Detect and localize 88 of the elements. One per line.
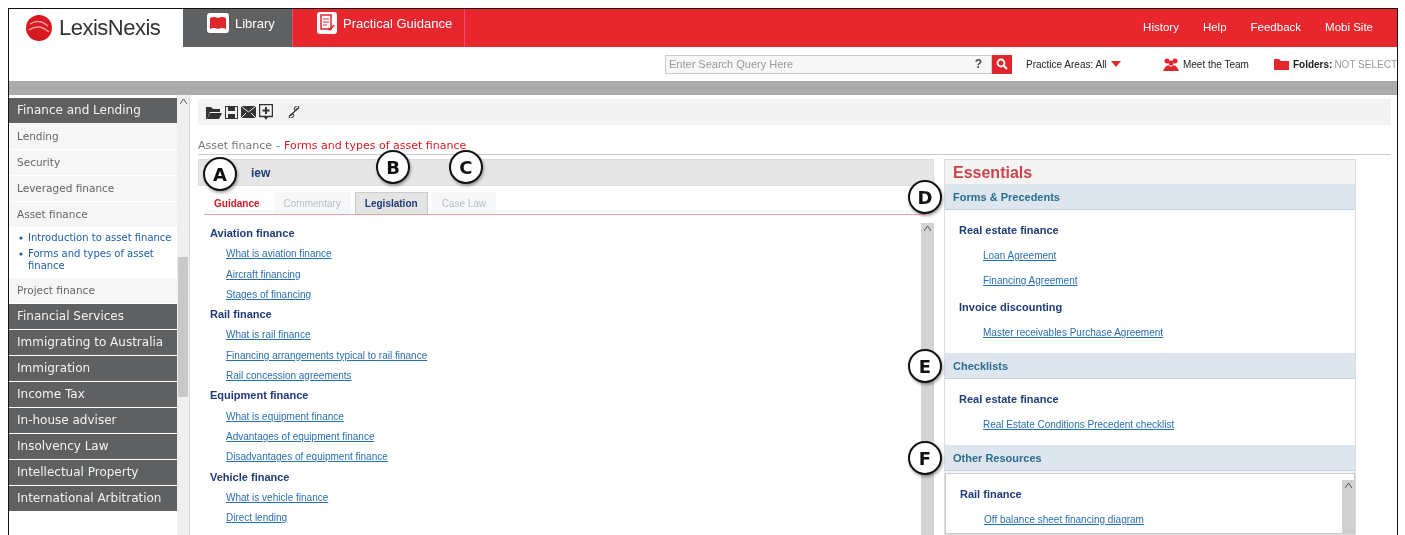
topic-link[interactable]: Rail concession agreements [226, 370, 352, 382]
resource-heading: Invoice discounting [959, 300, 1064, 315]
topic-heading: Vehicle finance [210, 469, 291, 485]
section-title[interactable]: Checklists [953, 359, 1009, 372]
header-link[interactable]: Help [1202, 20, 1227, 33]
callout-marker: E [908, 349, 942, 383]
sidebar-category[interactable]: Immigrating to Australia [9, 330, 177, 355]
callout-marker: F [908, 441, 942, 475]
scroll-up-icon [1344, 483, 1352, 488]
sidebar-item[interactable]: Asset finance [9, 202, 177, 227]
topic-heading: Rail finance [210, 307, 273, 323]
page-title: Forms and types of asset finance [284, 139, 467, 152]
search-field[interactable]: Enter Search Query Here ? [665, 54, 992, 74]
sidebar-link-text: Introduction to asset finance [28, 232, 172, 244]
help-icon[interactable]: ? [974, 57, 982, 71]
meet-the-team-link[interactable]: Meet the Team [1162, 57, 1249, 71]
resource-link[interactable]: Real Estate Conditions Precedent checklist [983, 419, 1175, 430]
callout-marker: A [203, 157, 237, 191]
resource-link[interactable]: Master receivables Purchase Agreement [983, 327, 1164, 338]
topic-link[interactable]: Stages of financing [226, 288, 312, 300]
topic-link[interactable]: Aircraft financing [226, 268, 301, 280]
sidebar-category[interactable]: In-house adviser [9, 408, 177, 433]
resource-heading: Real estate finance [959, 392, 1060, 407]
practice-areas-dropdown[interactable]: Practice Areas: All [1026, 58, 1121, 70]
scroll-up-icon [179, 99, 187, 104]
scroll-thumb[interactable] [178, 257, 188, 397]
section-scrollbar[interactable] [1342, 480, 1354, 533]
logo-wordmark: LexisNexis [59, 15, 161, 41]
folder-icon [1273, 58, 1289, 70]
resource-heading: Rail finance [960, 487, 1023, 502]
topic-link[interactable]: What is rail finance [226, 329, 311, 341]
document-icon [317, 12, 337, 34]
panel-title: iew [251, 165, 271, 180]
folders-label: Folders: [1292, 58, 1333, 70]
nav-tab[interactable]: Library [183, 9, 293, 47]
folders-value: NOT SELECT [1334, 58, 1397, 70]
topic-heading: Aviation finance [210, 226, 296, 241]
topic-link[interactable]: What is aviation finance [226, 248, 332, 260]
sidebar-category[interactable]: Immigration [9, 356, 177, 381]
resource-link[interactable]: Off balance sheet financing diagram [984, 514, 1144, 525]
callout-marker: B [376, 150, 411, 184]
sidebar-category[interactable]: Financial Services [9, 304, 177, 329]
save-icon [225, 105, 238, 119]
sidebar-item[interactable]: Lending [9, 124, 177, 149]
content-tab[interactable]: Legislation [354, 192, 428, 214]
resource-link[interactable]: Loan Agreement [983, 250, 1057, 261]
sidebar-link[interactable]: Introduction to asset finance [9, 230, 177, 246]
topic-link[interactable]: What is vehicle finance [226, 491, 329, 503]
caret-down-icon [1110, 61, 1121, 67]
sidebar-scrollbar[interactable] [177, 95, 189, 535]
add-icon [259, 104, 273, 120]
header-link[interactable]: Mobi Site [1325, 20, 1373, 33]
sidebar-link[interactable]: Forms and types of asset finance [9, 246, 177, 274]
sidebar-item[interactable]: Leveraged finance [9, 176, 177, 201]
mail-icon [241, 106, 256, 118]
sidebar-category[interactable]: Income Tax [9, 382, 177, 407]
sidebar-item[interactable]: Project finance [9, 278, 177, 303]
topic-link[interactable]: Financing arrangements typical to rail finance [226, 349, 428, 361]
header-link[interactable]: Feedback [1250, 20, 1302, 33]
section-title[interactable]: Forms & Precedents [953, 190, 1060, 203]
topic-link[interactable]: Advantages of equipment finance [226, 430, 375, 442]
callout-marker: D [908, 180, 942, 214]
resource-link[interactable]: Financing Agreement [983, 275, 1078, 286]
sidebar-item[interactable]: Security [9, 150, 177, 175]
people-icon [1162, 57, 1179, 71]
sidebar-category[interactable]: Intellectual Property [9, 460, 177, 485]
scroll-up-icon [924, 226, 931, 231]
section-title[interactable]: Other Resources [953, 451, 1042, 464]
topic-heading: Equipment finance [210, 388, 310, 404]
header-link[interactable]: History [1143, 20, 1179, 33]
sidebar-category[interactable]: Finance and Lending [9, 98, 177, 123]
breadcrumb-parent[interactable]: Asset finance [198, 139, 272, 152]
resource-heading: Real estate finance [959, 223, 1060, 238]
search-button[interactable] [992, 54, 1012, 74]
book-icon [207, 13, 229, 33]
sidebar-link-text: Forms and types of asset finance [28, 248, 155, 272]
essentials-title: Essentials [952, 163, 1034, 183]
content-tab: Case Law [431, 192, 497, 214]
breadcrumb-separator: - [276, 139, 280, 152]
topic-link[interactable]: Direct lending [226, 512, 288, 524]
topic-link[interactable]: What is equipment finance [226, 410, 344, 422]
sidebar-category[interactable]: Insolvency Law [9, 434, 177, 459]
folder-icon [206, 105, 222, 119]
topic-link[interactable]: Disadvantages of equipment finance [226, 451, 388, 463]
content-tab: Commentary [273, 192, 351, 214]
sidebar-category[interactable]: International Arbitration [9, 486, 177, 511]
globe-logo-icon [25, 14, 53, 42]
link-icon [288, 106, 300, 118]
